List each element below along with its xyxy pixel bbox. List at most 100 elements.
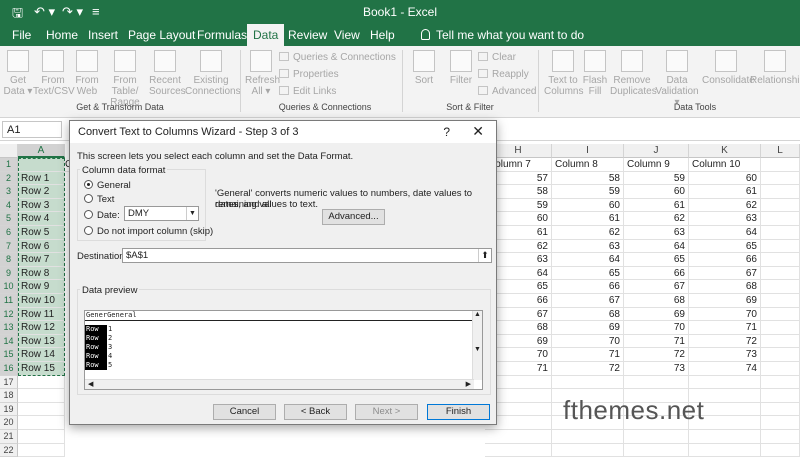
destination-input[interactable]: $A$1 (122, 248, 492, 263)
cell-j[interactable]: 70 (624, 321, 689, 335)
cell-l[interactable] (761, 280, 800, 294)
row-header[interactable]: 6 (0, 226, 18, 240)
cell-i[interactable]: 67 (552, 294, 624, 308)
cell-a[interactable] (18, 402, 65, 417)
cell-a[interactable]: Row 2 (18, 185, 65, 199)
cell-j[interactable]: 65 (624, 253, 689, 267)
cell-k[interactable]: 73 (689, 348, 761, 362)
get-data-button[interactable]: Get Data ▾ (3, 50, 33, 97)
cell-j[interactable]: 59 (624, 171, 689, 186)
tab-view[interactable]: View (334, 28, 360, 42)
cell-i[interactable]: 65 (552, 266, 624, 281)
edit-links-button[interactable]: Edit Links (279, 86, 336, 97)
tab-page-layout[interactable]: Page Layout (128, 28, 195, 42)
cell-j[interactable]: 66 (624, 266, 689, 281)
cell-l[interactable] (761, 307, 800, 322)
cell-j[interactable]: 61 (624, 198, 689, 213)
cell-l[interactable] (761, 198, 800, 213)
cell-a[interactable]: Row 3 (18, 198, 65, 213)
row-header[interactable]: 13 (0, 321, 18, 335)
cell-a[interactable] (18, 158, 65, 172)
cell-l[interactable] (761, 171, 800, 186)
cell-l[interactable] (761, 158, 800, 172)
remove-duplicates-button[interactable]: Remove Duplicates (610, 50, 657, 97)
column-header-k[interactable]: K (689, 144, 761, 158)
cell-a[interactable] (18, 375, 65, 390)
cell-k[interactable]: 68 (689, 280, 761, 294)
tab-review[interactable]: Review (288, 28, 327, 42)
cell-l[interactable] (761, 334, 800, 349)
cell-k[interactable] (689, 375, 761, 390)
column-header-j[interactable]: J (624, 144, 689, 158)
row-header[interactable]: 5 (0, 212, 18, 226)
cell-l[interactable] (761, 348, 800, 362)
cell-l[interactable] (761, 212, 800, 226)
cell-i[interactable]: 71 (552, 348, 624, 362)
radio-do-not-import[interactable]: Do not import column (skip) (84, 226, 213, 237)
advanced-button[interactable]: Advanced... (322, 209, 385, 225)
cell-k[interactable]: 60 (689, 171, 761, 186)
radio-date[interactable]: Date: (84, 210, 120, 221)
tab-formulas[interactable]: Formulas (197, 28, 247, 42)
row-header[interactable]: 16 (0, 362, 18, 376)
cell-i[interactable] (552, 443, 624, 458)
row-header[interactable]: 21 (0, 430, 18, 444)
cell-i[interactable] (552, 375, 624, 390)
cell-j[interactable]: 62 (624, 212, 689, 226)
name-box[interactable]: A1 (2, 121, 62, 138)
cell-i[interactable]: 62 (552, 226, 624, 240)
from-table-range-button[interactable]: From Table/Range (101, 50, 149, 108)
cell-a[interactable]: Row 11 (18, 307, 65, 322)
cell-a[interactable]: Row 8 (18, 266, 65, 281)
row-header[interactable]: 2 (0, 171, 18, 186)
scroll-right-icon[interactable]: ▶ (466, 380, 471, 388)
row-header[interactable]: 17 (0, 375, 18, 390)
cell-i[interactable]: 69 (552, 321, 624, 335)
cell-j[interactable]: Column 9 (624, 158, 689, 172)
existing-connections-button[interactable]: Existing Connections (185, 50, 241, 97)
consolidate-button[interactable]: Consolidate (702, 50, 755, 86)
cell-l[interactable] (761, 239, 800, 254)
from-text-csv-button[interactable]: From Text/CSV (33, 50, 75, 97)
tell-me-box[interactable]: Tell me what you want to do (421, 28, 584, 42)
radio-text[interactable]: Text (84, 194, 114, 205)
cell-i[interactable]: Column 8 (552, 158, 624, 172)
radio-general[interactable]: General (84, 180, 131, 191)
cell-j[interactable]: 72 (624, 348, 689, 362)
cell-a[interactable]: Row 1 (18, 171, 65, 186)
relationships-button[interactable]: Relationships (750, 50, 800, 86)
cell-a[interactable]: Row 12 (18, 321, 65, 335)
cell-h[interactable] (485, 443, 552, 458)
cell-a[interactable]: Row 9 (18, 280, 65, 294)
scroll-left-icon[interactable]: ◀ (88, 380, 93, 388)
row-header[interactable]: 4 (0, 198, 18, 213)
row-header[interactable]: 1 (0, 158, 18, 172)
row-header[interactable]: 18 (0, 389, 18, 403)
cell-i[interactable]: 70 (552, 334, 624, 349)
cell-k[interactable]: 74 (689, 362, 761, 376)
column-header-i[interactable]: I (552, 144, 624, 158)
date-format-select[interactable]: DMY ▼ (124, 206, 199, 221)
cell-k[interactable]: 69 (689, 294, 761, 308)
filter-button[interactable]: Filter (447, 50, 475, 86)
column-header-a[interactable]: A (18, 144, 65, 158)
cell-h[interactable] (485, 430, 552, 444)
row-header[interactable]: 12 (0, 307, 18, 322)
column-header-l[interactable]: L (761, 144, 800, 158)
cell-i[interactable]: 72 (552, 362, 624, 376)
refresh-all-button[interactable]: Refresh All ▾ (245, 50, 280, 97)
back-button[interactable]: < Back (284, 404, 347, 420)
cell-a[interactable]: Row 10 (18, 294, 65, 308)
tab-insert[interactable]: Insert (88, 28, 118, 42)
queries-connections-button[interactable]: Queries & Connections (279, 52, 396, 63)
row-header[interactable]: 7 (0, 239, 18, 254)
cell-l[interactable] (761, 416, 800, 430)
cell-j[interactable] (624, 443, 689, 458)
sort-button[interactable]: Sort (410, 50, 438, 86)
cell-j[interactable]: 71 (624, 334, 689, 349)
cell-k[interactable]: 66 (689, 253, 761, 267)
cell-a[interactable]: Row 14 (18, 348, 65, 362)
cell-l[interactable] (761, 389, 800, 403)
cell-j[interactable]: 63 (624, 226, 689, 240)
cell-l[interactable] (761, 402, 800, 417)
